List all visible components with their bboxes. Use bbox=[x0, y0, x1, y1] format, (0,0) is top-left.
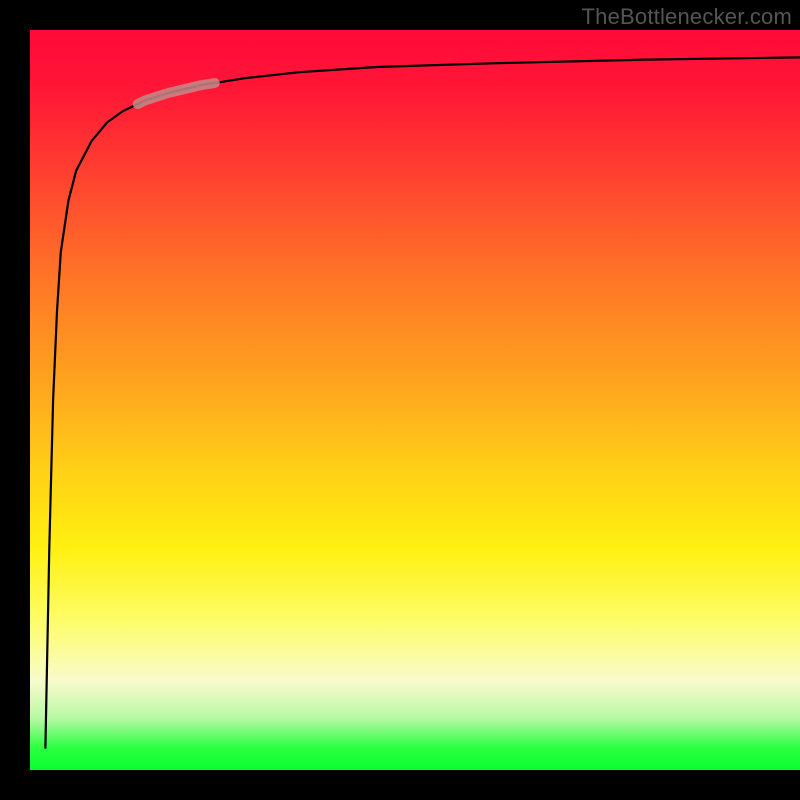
chart-frame: TheBottlenecker.com bbox=[0, 0, 800, 800]
bottleneck-curve bbox=[45, 57, 800, 747]
curve-path-highlight bbox=[138, 83, 215, 104]
curve-svg bbox=[30, 30, 800, 770]
curve-path-main bbox=[45, 57, 800, 747]
plot-area bbox=[30, 30, 800, 770]
attribution-text: TheBottlenecker.com bbox=[582, 4, 792, 30]
